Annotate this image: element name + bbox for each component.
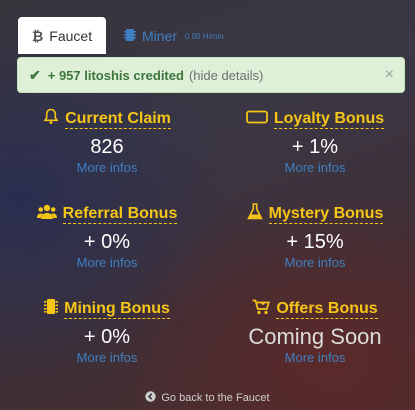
chip-icon (44, 298, 59, 320)
mystery-bonus-more-link[interactable]: More infos (220, 255, 410, 270)
ticket-icon (245, 110, 268, 129)
current-claim-title[interactable]: Current Claim (65, 110, 171, 129)
referral-bonus-card: Referral Bonus + 0% More infos (12, 203, 202, 270)
referral-bonus-value: + 0% (83, 231, 131, 253)
success-alert: ✔ + 957 litoshis credited (hide details)… (17, 57, 405, 93)
back-to-faucet-link[interactable]: Go back to the Faucet (0, 391, 415, 405)
referral-bonus-more-link[interactable]: More infos (12, 255, 202, 270)
mystery-bonus-card: Mystery Bonus + 15% More infos (220, 203, 410, 270)
back-to-faucet-label: Go back to the Faucet (161, 392, 270, 404)
tab-faucet[interactable]: ₿ Faucet (18, 17, 106, 54)
tab-miner[interactable]: Miner 0.00 H/min (124, 24, 224, 48)
mystery-bonus-title[interactable]: Mystery Bonus (268, 205, 384, 224)
loyalty-bonus-value: + 1% (291, 136, 339, 158)
tab-faucet-label: Faucet (49, 27, 93, 44)
bell-icon (43, 108, 59, 130)
referral-bonus-title[interactable]: Referral Bonus (62, 205, 178, 224)
arrow-left-circle-icon (145, 391, 157, 405)
mining-bonus-title[interactable]: Mining Bonus (64, 300, 170, 319)
check-icon: ✔ (29, 66, 41, 83)
current-claim-more-link[interactable]: More infos (12, 160, 202, 175)
bitcoin-icon: ₿ (31, 27, 44, 44)
chip-icon (124, 28, 136, 45)
offers-bonus-title[interactable]: Offers Bonus (276, 300, 378, 319)
current-claim-value: 826 (90, 136, 124, 158)
offers-bonus-card: Offers Bonus Coming Soon More infos (220, 298, 410, 365)
loyalty-bonus-title[interactable]: Loyalty Bonus (273, 110, 385, 129)
users-icon (36, 204, 57, 225)
miner-rate: 0.00 H/min (185, 31, 224, 41)
mining-bonus-value: + 0% (83, 326, 131, 348)
alert-message: + 957 litoshis credited (47, 67, 184, 83)
offers-bonus-value: Coming Soon (248, 324, 382, 349)
close-icon[interactable]: × (385, 66, 394, 84)
loyalty-bonus-more-link[interactable]: More infos (220, 160, 410, 175)
current-claim-card: Current Claim 826 More infos (12, 108, 202, 175)
mining-bonus-more-link[interactable]: More infos (12, 350, 202, 365)
loyalty-bonus-card: Loyalty Bonus + 1% More infos (220, 108, 410, 175)
offers-bonus-more-link[interactable]: More infos (220, 350, 410, 365)
tab-miner-label: Miner (142, 28, 178, 44)
cart-icon (252, 299, 271, 320)
tab-bar: ₿ Faucet Miner 0.00 H/min (0, 0, 415, 54)
hide-details-link[interactable]: (hide details) (189, 68, 263, 83)
flask-icon (246, 203, 263, 225)
mining-bonus-card: Mining Bonus + 0% More infos (12, 298, 202, 365)
mystery-bonus-value: + 15% (286, 231, 344, 253)
